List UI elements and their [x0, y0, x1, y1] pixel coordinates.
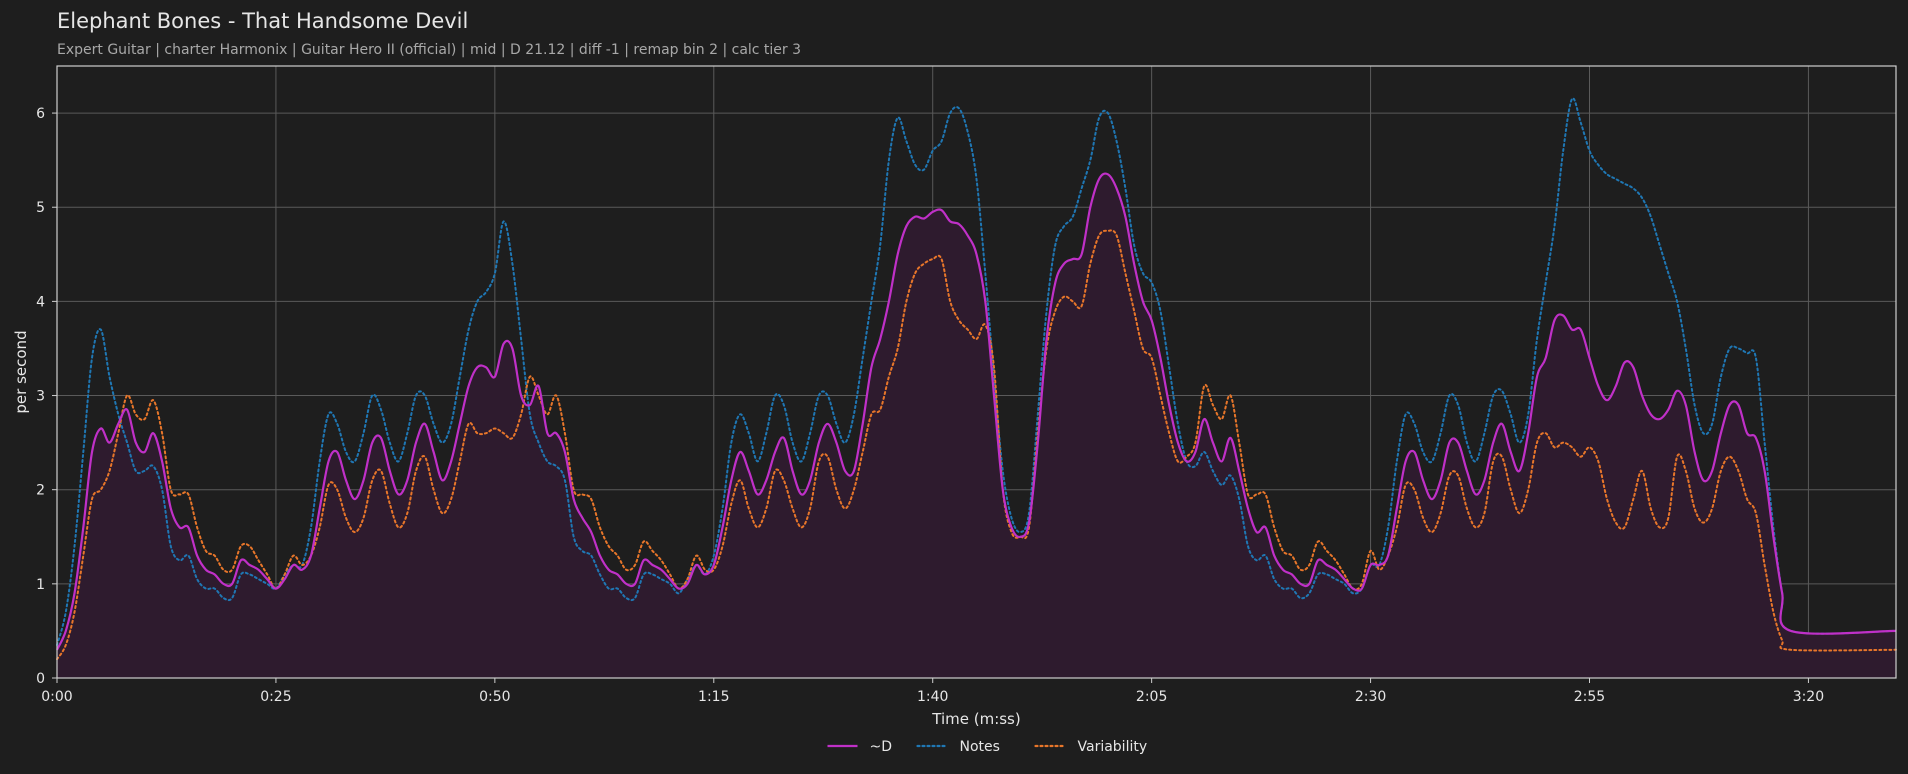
x-tick-label-2: 0:50 — [479, 689, 510, 705]
y-tick-label-6: 6 — [36, 106, 45, 122]
x-tick-label-3: 1:15 — [698, 689, 729, 705]
x-tick-label-6: 2:30 — [1355, 689, 1386, 705]
y-tick-label-4: 4 — [36, 294, 45, 310]
chart-title: Elephant Bones - That Handsome Devil — [57, 9, 468, 33]
y-tick-label-5: 5 — [36, 200, 45, 216]
legend-label-1: Notes — [960, 739, 1000, 755]
chart: Elephant Bones - That Handsome Devil Exp… — [0, 0, 1908, 774]
chart-subtitle: Expert Guitar | charter Harmonix | Guita… — [57, 42, 801, 58]
legend-label-2: Variability — [1078, 739, 1148, 755]
legend: ~D Notes Variability — [827, 739, 1148, 755]
x-tick-label-5: 2:05 — [1136, 689, 1167, 705]
y-tick-label-2: 2 — [36, 483, 45, 499]
x-tick-label-4: 1:40 — [917, 689, 948, 705]
y-axis-label: per second — [12, 330, 30, 413]
y-tick-label-3: 3 — [36, 389, 45, 405]
y-tick-label-1: 1 — [36, 577, 45, 593]
x-tick-label-1: 0:25 — [260, 689, 291, 705]
x-tick-label-8: 3:20 — [1793, 689, 1824, 705]
legend-label-0: ~D — [870, 739, 893, 755]
x-tick-label-0: 0:00 — [41, 689, 72, 705]
x-axis-label: Time (m:ss) — [931, 710, 1020, 728]
x-tick-label-7: 2:55 — [1574, 689, 1605, 705]
y-tick-label-0: 0 — [36, 671, 45, 687]
